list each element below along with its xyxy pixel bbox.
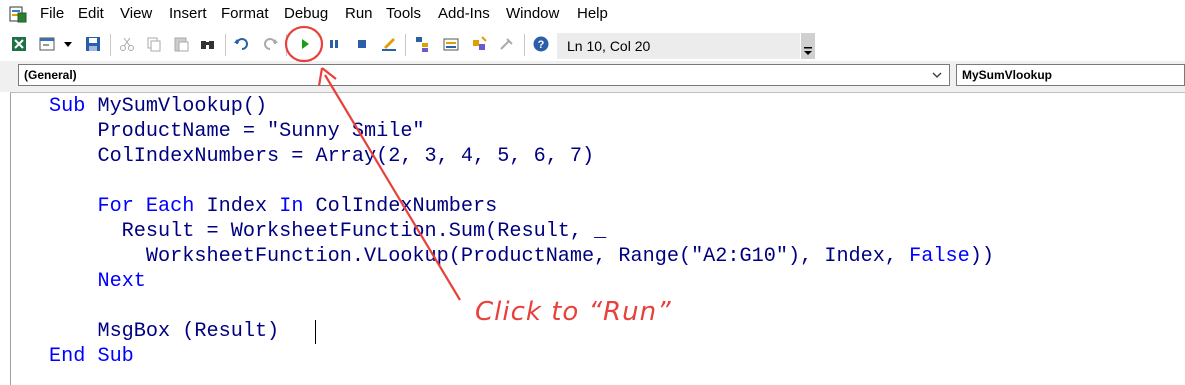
annotation-label: Click to “Run” [475, 297, 672, 327]
arrow-head [317, 67, 337, 87]
run-highlight-circle [284, 25, 324, 63]
annotation-arrow [324, 74, 461, 301]
